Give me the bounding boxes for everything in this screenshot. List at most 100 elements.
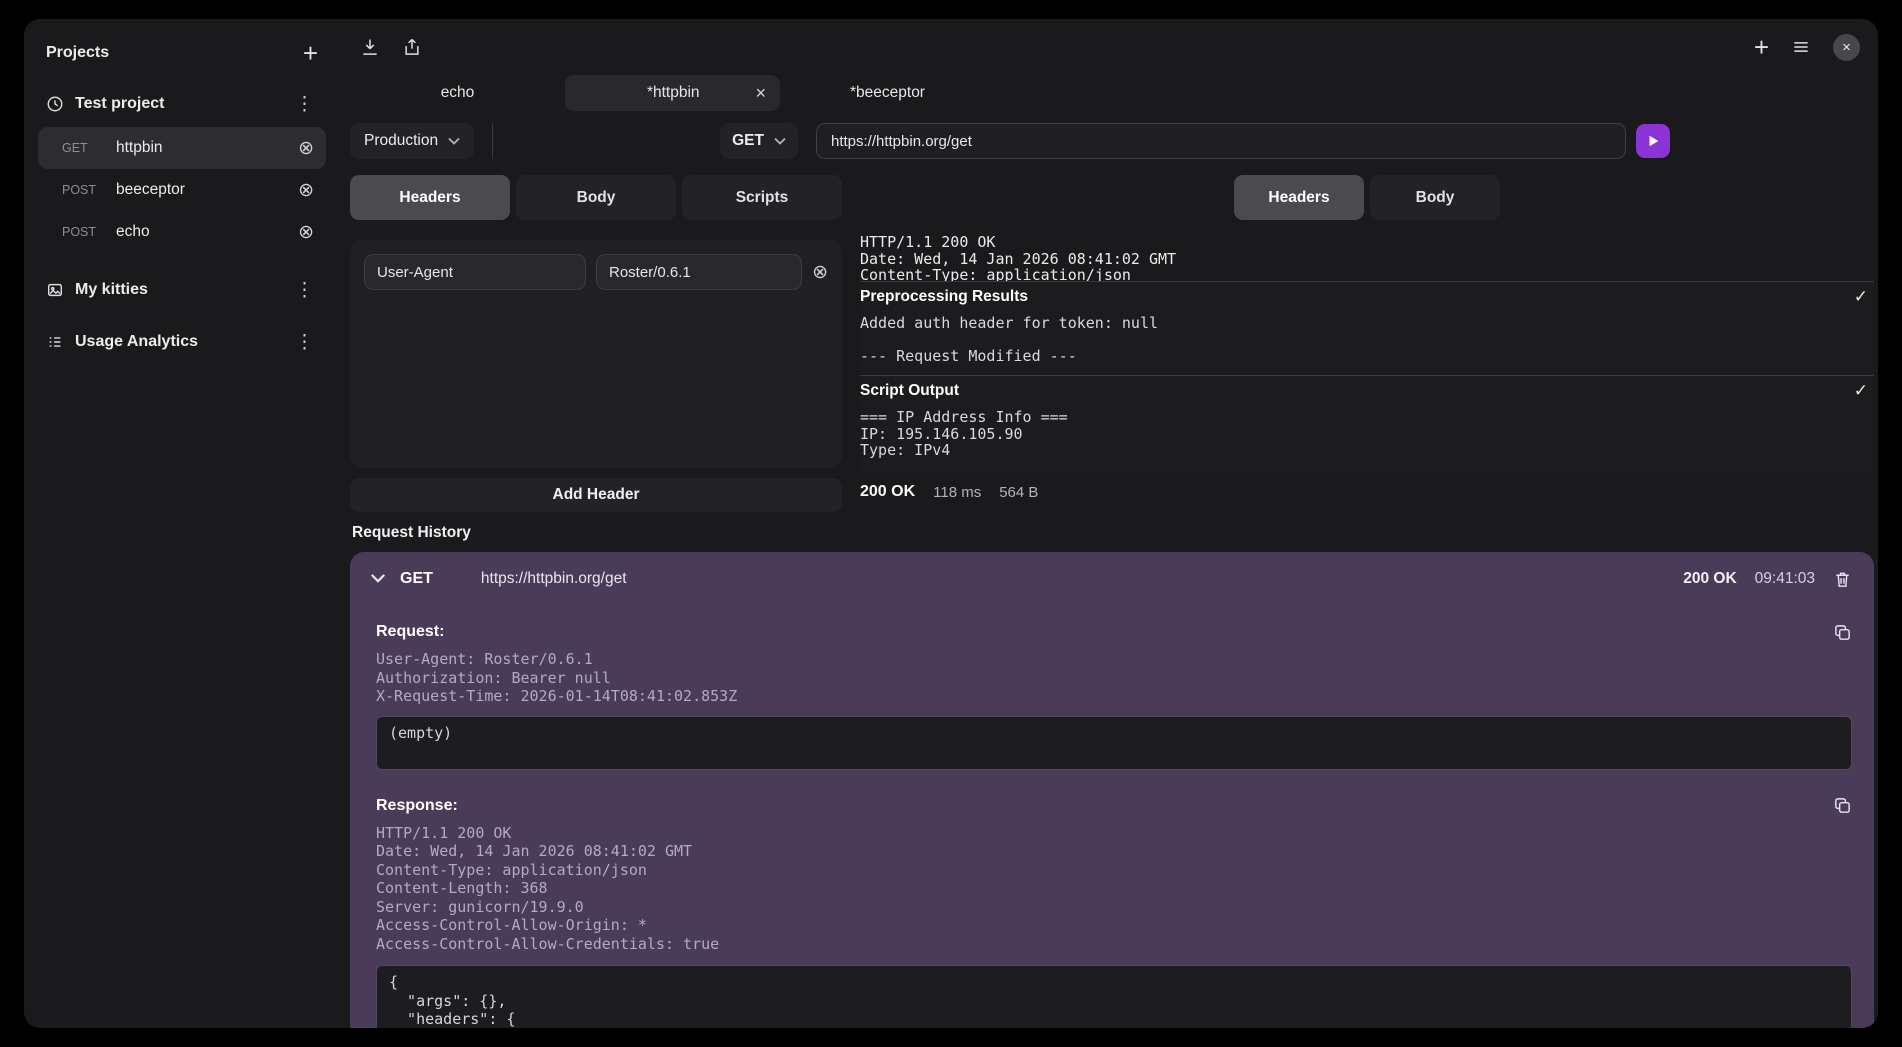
remove-request-icon[interactable]: ⊗ [298,181,314,200]
entry-time: 09:41:03 [1755,570,1815,588]
new-tab-button[interactable]: + [1754,34,1769,60]
new-project-button[interactable]: + [303,40,318,66]
menu-button[interactable] [1791,37,1811,57]
entry-method: GET [400,570,433,588]
group-label: Test project [75,95,280,113]
kebab-icon: ⋮ [291,279,318,302]
request-section-header: Request: [376,622,1852,642]
copy-response-button[interactable] [1833,796,1852,815]
headers-editor: ⊗ [350,240,842,468]
header-key-input[interactable] [364,254,586,290]
script-output-text: === IP Address Info === IP: 195.146.105.… [860,406,1874,472]
tab-request-headers[interactable]: Headers [350,175,510,220]
download-icon [360,37,380,57]
project-menu-button[interactable]: ⋮ [291,331,318,354]
project-menu-button[interactable]: ⋮ [291,93,318,116]
trash-icon [1833,570,1852,589]
kebab-icon: ⋮ [291,93,318,116]
project-clock-icon [46,95,64,113]
sidebar: Projects + Test project ⋮ GET httpbin ⊗ … [24,19,340,1028]
request-method-badge: POST [62,183,116,197]
response-status-row: 200 OK 118 ms 564 B [860,480,1874,504]
tab-response-body[interactable]: Body [1370,175,1500,220]
request-item-echo[interactable]: POST echo ⊗ [38,211,326,253]
export-button[interactable] [402,37,422,57]
sidebar-header: Projects + [38,39,326,67]
response-headers-preview: HTTP/1.1 200 OK Date: Wed, 14 Jan 2026 0… [860,234,1874,281]
collapse-entry-button[interactable] [370,570,386,588]
sidebar-group-my-kitties[interactable]: My kitties ⋮ [38,275,326,305]
tab-request-scripts[interactable]: Scripts [682,175,842,220]
remove-request-icon[interactable]: ⊗ [298,223,314,242]
status-code: 200 OK [860,483,915,501]
request-label: Request: [376,623,444,641]
status-size: 564 B [999,484,1038,501]
photo-icon [46,281,64,299]
toolbar-right: + × [1754,34,1860,61]
preprocessing-results-header: Preprocessing Results ✓ [860,282,1874,312]
environment-select[interactable]: Production [350,123,474,159]
request-item-httpbin[interactable]: GET httpbin ⊗ [38,127,326,169]
request-method-badge: GET [62,141,116,155]
analytics-list-icon [46,333,64,351]
add-header-button[interactable]: Add Header [350,478,842,512]
close-icon: × [1842,39,1851,56]
header-value-input[interactable] [596,254,802,290]
remove-header-icon[interactable]: ⊗ [812,263,828,282]
request-name: echo [116,223,298,241]
delete-entry-button[interactable] [1833,570,1852,589]
environment-label: Production [364,132,438,150]
project-menu-button[interactable]: ⋮ [291,279,318,302]
request-editor: Headers Body Scripts ⊗ Add Header [350,175,842,512]
group-label: Usage Analytics [75,333,280,351]
chevron-down-icon [774,137,786,145]
import-button[interactable] [360,37,380,57]
tab-request-body[interactable]: Body [516,175,676,220]
close-window-button[interactable]: × [1833,34,1860,61]
copy-request-button[interactable] [1833,623,1852,642]
send-button[interactable] [1636,124,1670,158]
script-output-card[interactable]: Script Output ✓ === IP Address Info === … [860,375,1874,472]
sidebar-group-test-project[interactable]: Test project ⋮ [38,89,326,119]
tab-label: echo [441,84,475,102]
tab-label: *httpbin [591,84,755,102]
history-entry-card: GET https://httpbin.org/get 200 OK 09:41… [350,552,1874,1028]
status-time: 118 ms [933,484,981,501]
response-viewer-tabs: Headers Body [860,175,1874,220]
sidebar-title: Projects [46,44,109,62]
request-list: GET httpbin ⊗ POST beeceptor ⊗ POST echo… [38,127,326,253]
request-history-title: Request History [350,524,1874,542]
response-body-box: { "args": {}, "headers": { [376,965,1852,1028]
entry-url: https://httpbin.org/get [481,570,627,588]
tab-echo[interactable]: echo [350,75,565,111]
plus-icon: + [303,40,318,66]
request-name: httpbin [116,139,298,157]
tab-label: *beeceptor [850,84,925,102]
remove-request-icon[interactable]: ⊗ [298,139,314,158]
response-label: Response: [376,797,458,815]
history-entry-header[interactable]: GET https://httpbin.org/get 200 OK 09:41… [362,560,1852,598]
preprocessing-results-card[interactable]: Preprocessing Results ✓ Added auth heade… [860,281,1874,375]
tab-beeceptor[interactable]: *beeceptor [780,75,995,111]
method-select[interactable]: GET [720,123,798,159]
request-method-badge: POST [62,225,116,239]
url-input[interactable] [816,123,1626,159]
response-section-header: Response: [376,796,1852,816]
file-tabs: echo *httpbin × *beeceptor [350,75,1874,111]
editor-panels: Headers Body Scripts ⊗ Add Header Header… [350,175,1874,512]
preprocessing-results-title: Preprocessing Results [860,288,1028,306]
close-tab-icon[interactable]: × [755,84,766,102]
tab-httpbin[interactable]: *httpbin × [565,75,780,111]
group-label: My kitties [75,281,280,299]
kebab-icon: ⋮ [291,331,318,354]
request-item-beeceptor[interactable]: POST beeceptor ⊗ [38,169,326,211]
tab-response-headers[interactable]: Headers [1234,175,1364,220]
play-icon [1646,134,1660,148]
copy-icon [1833,623,1852,642]
script-output-title: Script Output [860,382,959,400]
entry-meta: 200 OK 09:41:03 [1683,570,1852,589]
header-row: ⊗ [364,254,828,290]
sidebar-group-usage-analytics[interactable]: Usage Analytics ⋮ [38,327,326,357]
check-icon: ✓ [1854,287,1868,307]
copy-icon [1833,796,1852,815]
